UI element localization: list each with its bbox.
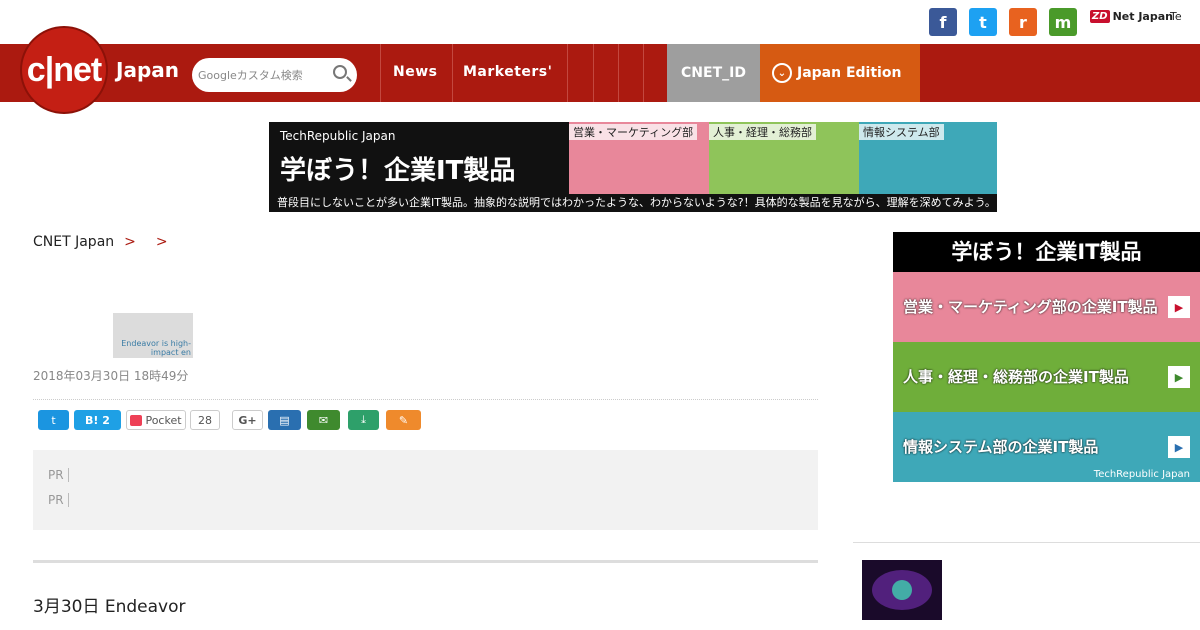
sidebar-ad-row-sales[interactable]: 営業・マーケティング部の企業IT製品 ▶ xyxy=(893,272,1200,342)
arrow-right-icon: ▶ xyxy=(1168,436,1190,458)
download-icon: ⤓ xyxy=(361,413,366,426)
clip-icon: ✎ xyxy=(398,413,409,427)
nav-divider xyxy=(452,44,453,102)
banner-title: 学ぼう！企業IT製品 xyxy=(280,156,516,186)
breadcrumb-home[interactable]: CNET Japan xyxy=(33,234,114,250)
logo-japan-label[interactable]: Japan xyxy=(116,58,179,82)
share-gplus-button[interactable]: G+ xyxy=(232,410,263,430)
arrow-right-icon: ▶ xyxy=(1168,296,1190,318)
banner-panel-hr: 人事・経理・総務部 xyxy=(709,122,859,194)
mail-icon[interactable]: m xyxy=(1049,8,1077,36)
sidebar-ad-row-label: 情報システム部の企業IT製品 xyxy=(903,438,1099,456)
twitter-icon: t xyxy=(51,413,56,427)
twitter-icon[interactable]: t xyxy=(969,8,997,36)
search-icon[interactable] xyxy=(333,65,347,79)
feature-image[interactable] xyxy=(862,560,942,620)
zdnet-link[interactable]: ZD Net Japan xyxy=(1090,10,1173,23)
article-body: 3月30日 Endeavor xyxy=(33,597,186,617)
rss-icon[interactable]: r xyxy=(1009,8,1037,36)
sidebar-ad[interactable]: 学ぼう！企業IT製品 営業・マーケティング部の企業IT製品 ▶ 人事・経理・総務… xyxy=(893,232,1200,482)
search-input[interactable]: Googleカスタム検索 xyxy=(192,58,357,92)
hatena-label: B! xyxy=(85,413,99,427)
print-button[interactable]: ▤ xyxy=(268,410,301,430)
nav-divider xyxy=(567,44,568,102)
sidebar-ad-row-hr[interactable]: 人事・経理・総務部の企業IT製品 ▶ xyxy=(893,342,1200,412)
nav-divider xyxy=(643,44,644,102)
main-nav xyxy=(0,44,1200,102)
nav-divider xyxy=(593,44,594,102)
banner-panel-sales: 営業・マーケティング部 xyxy=(569,122,709,194)
zdnet-label: Net Japan xyxy=(1112,10,1173,23)
social-strip: f t r m ZD Net Japan Te xyxy=(0,0,1200,44)
arrow-right-icon: ▶ xyxy=(1168,366,1190,388)
nav-divider xyxy=(618,44,619,102)
hatena-count: 2 xyxy=(102,413,110,427)
share-twitter-button[interactable]: t xyxy=(38,410,69,430)
breadcrumb: CNET Japan > > xyxy=(33,234,178,250)
cnet-logo[interactable]: c|net xyxy=(20,26,108,114)
sidebar-ad-row-label: 営業・マーケティング部の企業IT製品 xyxy=(903,298,1158,316)
mail-icon: ✉ xyxy=(318,413,329,427)
zdnet-logo-icon: ZD xyxy=(1090,10,1110,23)
techrepublic-link[interactable]: Te xyxy=(1170,10,1182,23)
pocket-label: Pocket xyxy=(145,413,182,427)
banner-panel-label: 人事・経理・総務部 xyxy=(709,124,816,140)
author-thumbnail: Endeavor is high-impact en xyxy=(113,313,193,358)
pr-tag: PR xyxy=(48,493,69,507)
breadcrumb-separator: > xyxy=(155,234,168,250)
cnet-id-button[interactable]: CNET_ID xyxy=(667,44,760,102)
pr-box: PR PR xyxy=(33,450,818,530)
share-hatena-button[interactable]: B! 2 xyxy=(74,410,121,430)
banner-sub: TechRepublic Japan xyxy=(280,129,396,143)
banner-panel-label: 営業・マーケティング部 xyxy=(569,124,698,140)
pr-link[interactable]: PR xyxy=(48,492,75,508)
share-pocket-button[interactable]: Pocket xyxy=(126,410,186,430)
sidebar-ad-row-label: 人事・経理・総務部の企業IT製品 xyxy=(903,368,1129,386)
nav-news[interactable]: News xyxy=(393,64,437,80)
banner-ad[interactable]: TechRepublic Japan 学ぼう！企業IT製品 営業・マーケティング… xyxy=(269,122,997,212)
pocket-count: 28 xyxy=(190,410,220,430)
clip-button[interactable]: ✎ xyxy=(386,410,421,430)
article-byline: 2018年03月30日 18時49分 xyxy=(33,369,189,383)
sidebar-section-header xyxy=(853,497,1200,543)
save-button[interactable]: ⤓ xyxy=(348,410,379,430)
banner-panel-it: 情報システム部 xyxy=(859,122,997,194)
divider xyxy=(33,399,818,400)
print-icon: ▤ xyxy=(279,413,290,427)
pr-link[interactable]: PR xyxy=(48,467,75,483)
chevron-down-icon: ⌄ xyxy=(772,63,792,83)
edition-label: Japan Edition xyxy=(797,65,902,81)
nav-divider xyxy=(380,44,381,102)
facebook-icon[interactable]: f xyxy=(929,8,957,36)
pocket-icon xyxy=(130,414,143,426)
nav-marketers[interactable]: Marketers' xyxy=(463,64,552,80)
breadcrumb-separator: > xyxy=(124,234,136,250)
edition-selector[interactable]: ⌄ Japan Edition xyxy=(760,44,920,102)
pr-tag: PR xyxy=(48,468,69,482)
banner-footer: 普段目にしないことが多い企業IT製品。抽象的な説明ではわかったような、わからない… xyxy=(269,194,997,212)
sidebar-ad-title: 学ぼう！企業IT製品 xyxy=(893,232,1200,272)
search-placeholder: Googleカスタム検索 xyxy=(198,69,303,82)
share-mail-button[interactable]: ✉ xyxy=(307,410,340,430)
sidebar-ad-footer: TechRepublic Japan xyxy=(1093,469,1190,480)
banner-panel-label: 情報システム部 xyxy=(859,124,944,140)
divider xyxy=(33,560,818,563)
